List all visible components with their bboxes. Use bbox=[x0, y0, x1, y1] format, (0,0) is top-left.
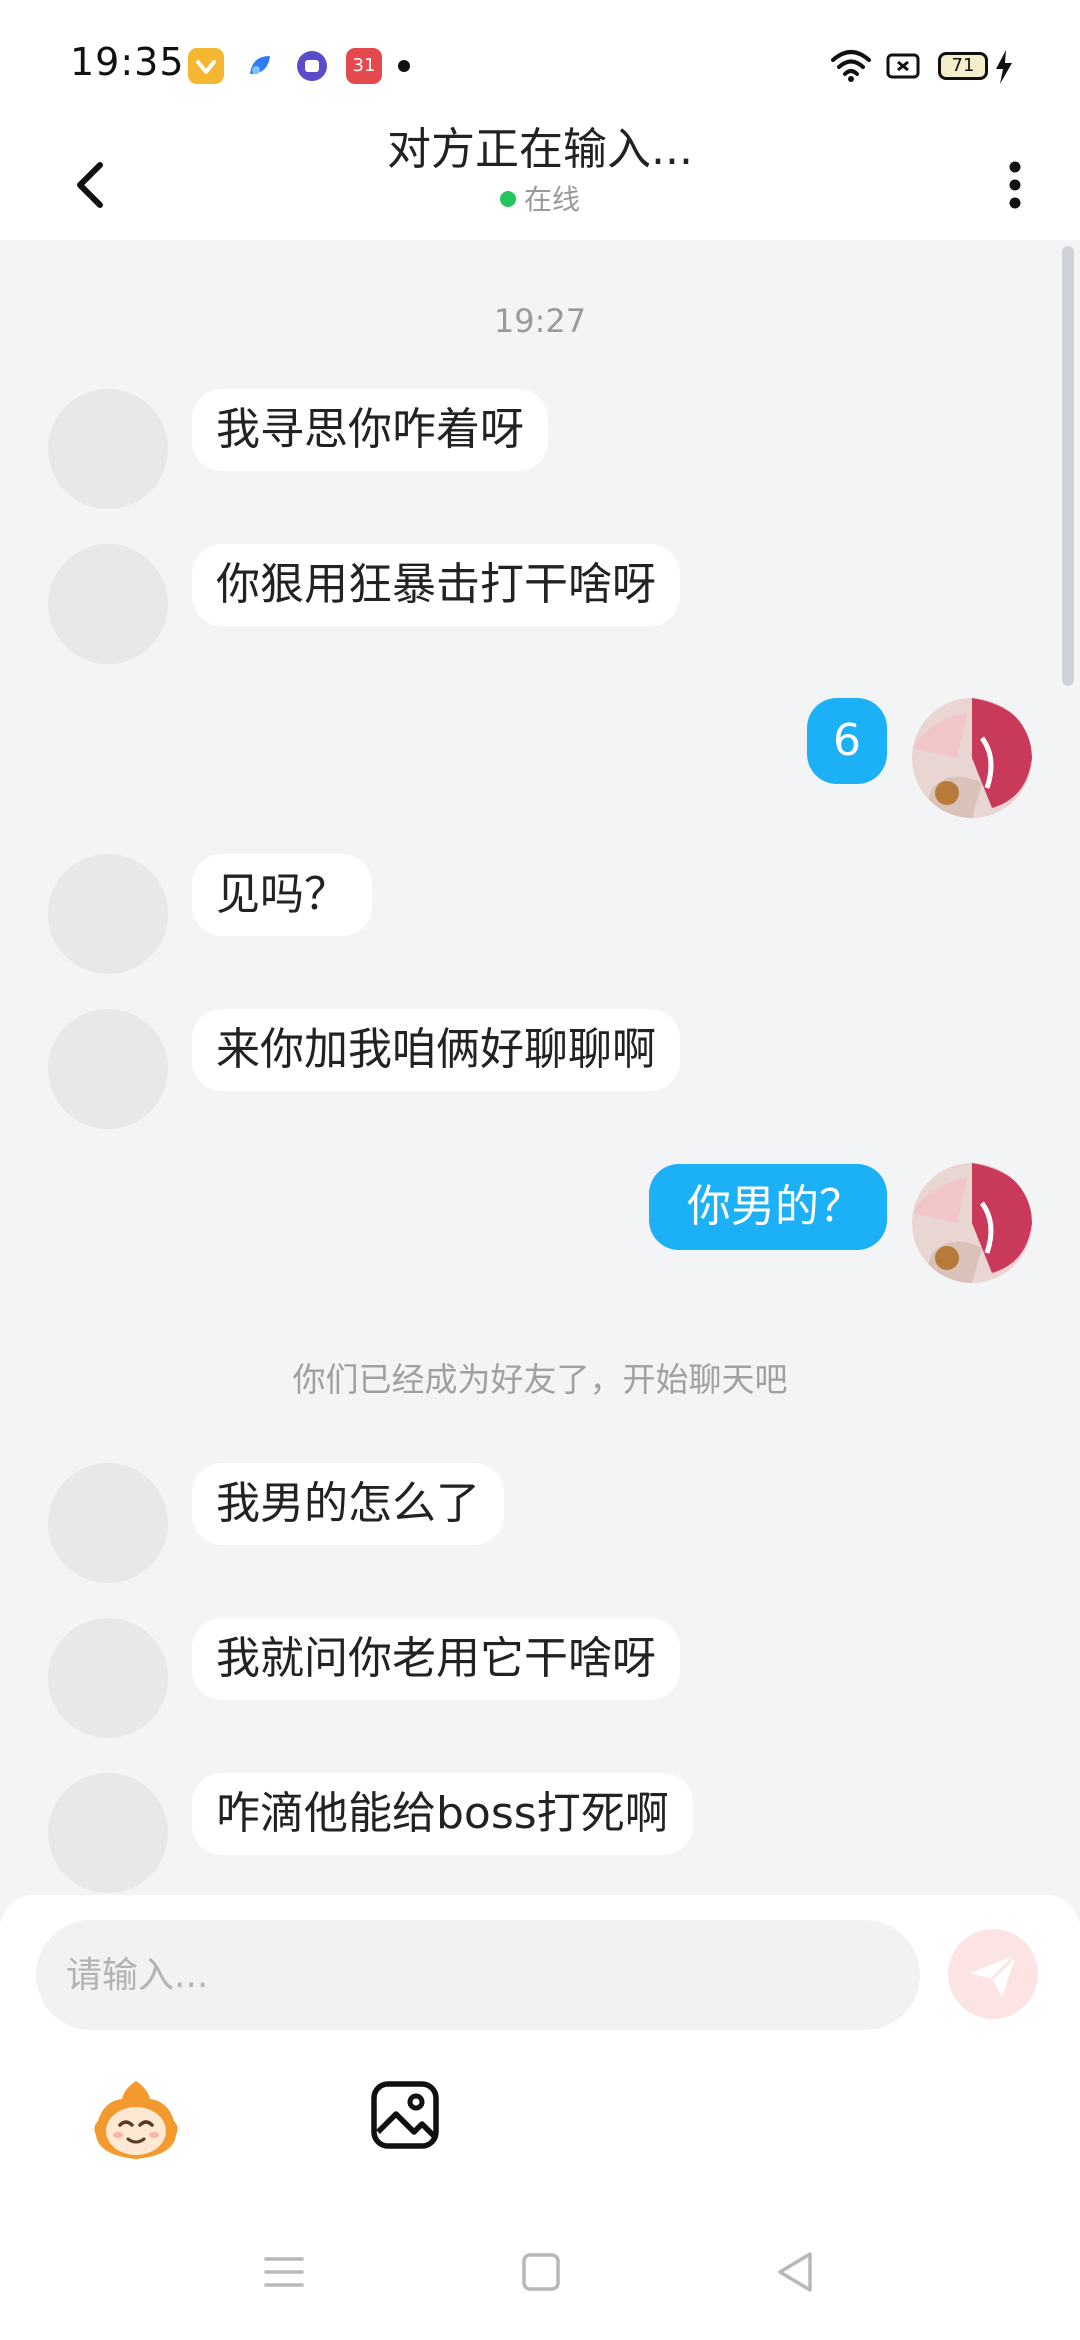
my-avatar[interactable] bbox=[912, 1163, 1032, 1283]
more-options-button[interactable] bbox=[995, 138, 1035, 228]
incoming-message-bubble[interactable]: 我寻思你咋着呀 bbox=[192, 389, 548, 471]
sim-status-icon bbox=[886, 52, 920, 80]
wifi-icon bbox=[830, 48, 872, 84]
monkey-emoji-icon bbox=[94, 2081, 178, 2159]
vip-app-icon bbox=[188, 48, 224, 84]
incoming-message-bubble[interactable]: 来你加我咱俩好聊聊啊 bbox=[192, 1009, 680, 1091]
friend-added-notice: 你们已经成为好友了，开始聊天吧 bbox=[292, 1360, 788, 1399]
incoming-message-bubble[interactable]: 见吗？ bbox=[192, 854, 372, 936]
incoming-message-bubble[interactable]: 我男的怎么了 bbox=[192, 1463, 504, 1545]
status-time: 19:35 bbox=[70, 40, 185, 84]
image-icon bbox=[371, 2081, 439, 2149]
contact-avatar[interactable] bbox=[48, 389, 168, 509]
presence-status: 在线 bbox=[0, 178, 1080, 218]
contact-avatar[interactable] bbox=[48, 544, 168, 664]
contact-avatar[interactable] bbox=[48, 1463, 168, 1583]
menu-icon bbox=[264, 2257, 304, 2287]
purple-app-icon bbox=[294, 48, 330, 84]
message-input[interactable] bbox=[36, 1920, 920, 2030]
blue-app-icon bbox=[242, 48, 278, 84]
time-divider: 19:27 bbox=[493, 302, 587, 340]
nav-menu-button[interactable] bbox=[262, 2254, 306, 2290]
online-dot-icon bbox=[499, 191, 516, 207]
anime-avatar-image bbox=[912, 698, 1032, 818]
calendar-app-icon: 31 bbox=[346, 48, 382, 84]
contact-avatar[interactable] bbox=[48, 1773, 168, 1893]
more-vertical-icon bbox=[1009, 161, 1021, 209]
my-avatar[interactable] bbox=[912, 698, 1032, 818]
contact-avatar[interactable] bbox=[48, 1009, 168, 1129]
contact-avatar[interactable] bbox=[48, 854, 168, 974]
contact-avatar[interactable] bbox=[48, 1618, 168, 1738]
send-button[interactable] bbox=[948, 1929, 1038, 2019]
nav-back-button[interactable] bbox=[774, 2250, 816, 2294]
chat-title: 对方正在输入... bbox=[387, 124, 693, 175]
outgoing-message-bubble[interactable]: 6 bbox=[807, 698, 887, 784]
outgoing-message-bubble[interactable]: 你男的？ bbox=[649, 1164, 887, 1250]
paper-plane-icon bbox=[970, 1953, 1018, 1997]
nav-home-button[interactable] bbox=[521, 2252, 561, 2292]
chat-header: 对方正在输入... 在线 bbox=[0, 120, 1080, 240]
image-picker-button[interactable] bbox=[370, 2080, 440, 2150]
calendar-app-label: 31 bbox=[352, 55, 376, 76]
presence-label: 在线 bbox=[523, 183, 580, 216]
battery-icon: 71 bbox=[938, 52, 988, 80]
incoming-message-bubble[interactable]: 你狠用狂暴击打干啥呀 bbox=[192, 544, 680, 626]
emoji-button[interactable] bbox=[90, 2075, 182, 2167]
incoming-message-bubble[interactable]: 咋滴他能给boss打死啊 bbox=[192, 1773, 693, 1855]
anime-avatar-image bbox=[912, 1163, 1032, 1283]
notification-dot-icon bbox=[398, 60, 410, 72]
status-bar: 19:35 31 71 bbox=[0, 0, 1080, 120]
square-icon bbox=[522, 2253, 560, 2291]
triangle-back-icon bbox=[778, 2252, 812, 2292]
incoming-message-bubble[interactable]: 我就问你老用它干啥呀 bbox=[192, 1618, 680, 1700]
charging-icon bbox=[994, 50, 1014, 84]
